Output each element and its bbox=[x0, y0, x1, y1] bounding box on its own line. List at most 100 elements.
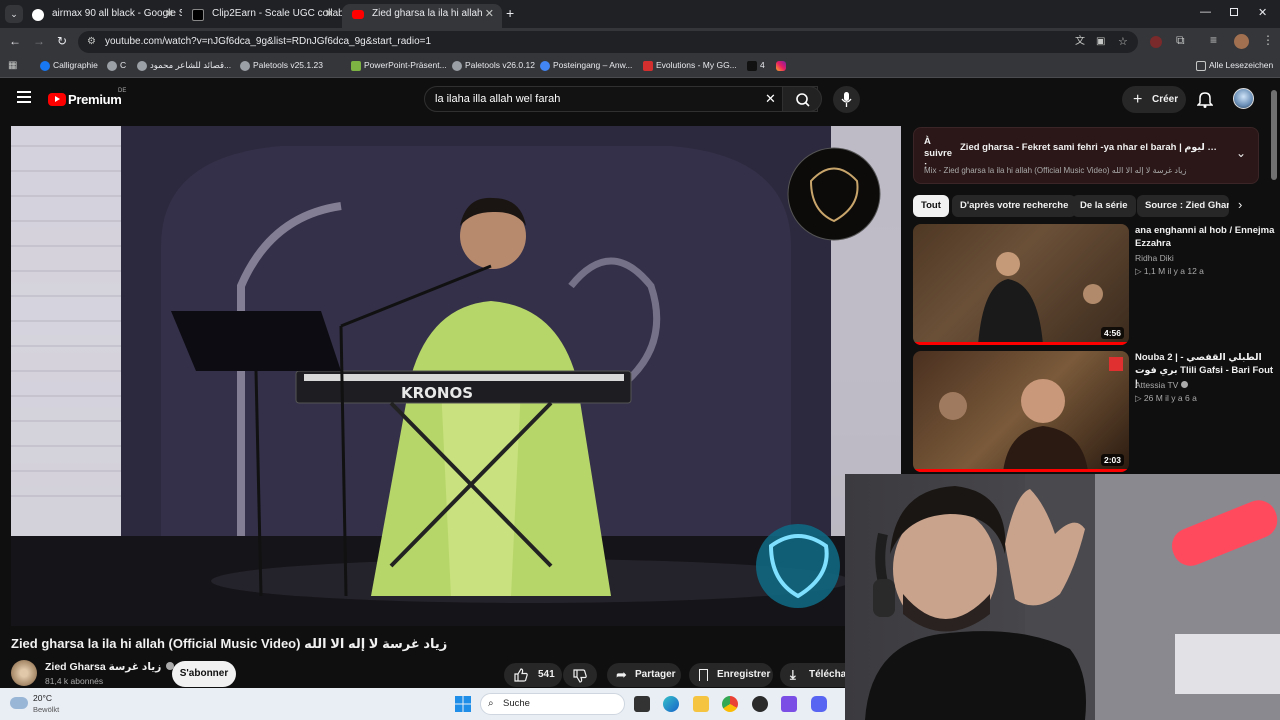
chrome-icon[interactable] bbox=[722, 696, 738, 712]
extension-icon[interactable] bbox=[1150, 36, 1162, 48]
tab-title: Clip2Earn - Scale UGC collabora bbox=[212, 8, 342, 19]
search-button[interactable] bbox=[782, 86, 822, 112]
hamburger-menu-icon[interactable] bbox=[17, 91, 31, 103]
chip-series[interactable]: De la série bbox=[1072, 195, 1136, 217]
bookmark-posteingang[interactable]: Posteingang – Anw... bbox=[540, 60, 632, 71]
tab-youtube[interactable]: Zied gharsa la ila hi allah (Offici ✕ bbox=[342, 4, 502, 28]
restore-button[interactable] bbox=[1230, 8, 1238, 16]
video-player[interactable]: KRONOS bbox=[11, 126, 901, 626]
bookmark-paletools-26[interactable]: Paletools v26.0.12 bbox=[452, 60, 535, 71]
thumbs-down-icon bbox=[573, 669, 587, 683]
file-explorer-icon[interactable] bbox=[693, 696, 709, 712]
recommendation-thumbnail[interactable]: 2:03 bbox=[913, 351, 1129, 472]
like-button[interactable]: 541 bbox=[504, 663, 562, 687]
voice-search-button[interactable] bbox=[833, 86, 860, 113]
weather-temp[interactable]: 20°C bbox=[33, 693, 52, 703]
minimize-button[interactable]: — bbox=[1200, 6, 1211, 18]
weather-cloud-icon[interactable] bbox=[10, 697, 28, 709]
address-bar[interactable]: ⚙ youtube.com/watch?v=nJGf6dca_9g&list=R… bbox=[78, 31, 1138, 53]
install-app-icon[interactable]: ▣ bbox=[1096, 31, 1105, 53]
profile-avatar[interactable] bbox=[1234, 34, 1249, 49]
bookmark-c[interactable]: C bbox=[107, 60, 126, 71]
up-next-title: Zied gharsa - Fekret sami fehri -ya nhar… bbox=[960, 142, 1222, 153]
chips-next-arrow[interactable]: › bbox=[1238, 197, 1242, 212]
share-button[interactable]: ➦ Partager bbox=[607, 663, 681, 687]
reading-list-icon[interactable]: ≡ bbox=[1210, 33, 1217, 47]
bookmark-evolutions[interactable]: Evolutions - My GG... bbox=[643, 60, 737, 71]
facebook-icon bbox=[40, 61, 50, 71]
channel-avatar[interactable] bbox=[11, 660, 37, 686]
bookmark-powerpoint[interactable]: PowerPoint-Präsent... bbox=[351, 60, 447, 71]
forward-button[interactable]: → bbox=[33, 34, 45, 48]
close-icon[interactable]: ✕ bbox=[485, 4, 494, 24]
recommendation-thumbnail[interactable]: 4:56 bbox=[913, 224, 1129, 345]
download-button[interactable]: ⤓ Téléchar bbox=[780, 663, 845, 687]
app-grid-icon[interactable] bbox=[781, 696, 797, 712]
bookmark-qasaid[interactable]: قصائد للشاعر محمود... bbox=[137, 60, 231, 71]
notifications-bell-icon[interactable] bbox=[1197, 90, 1213, 108]
save-button[interactable]: Enregistrer bbox=[689, 663, 773, 687]
bookmark-icon bbox=[699, 669, 708, 681]
address-url: youtube.com/watch?v=nJGf6dca_9g&list=RDn… bbox=[105, 36, 432, 47]
chevron-down-icon[interactable]: ⌄ bbox=[1236, 146, 1246, 160]
tab-clip2earn[interactable]: Clip2Earn - Scale UGC collabora ✕ bbox=[182, 4, 342, 28]
grid-icon bbox=[351, 61, 361, 71]
dislike-button[interactable] bbox=[563, 663, 597, 687]
bookmark-paletools-25[interactable]: Paletools v25.1.23 bbox=[240, 60, 323, 71]
bookmark-calligraphie[interactable]: Calligraphie bbox=[40, 60, 98, 71]
obs-icon[interactable] bbox=[752, 696, 768, 712]
apps-grid-icon[interactable]: ▦ bbox=[8, 60, 17, 71]
recommendation-channel[interactable]: Attessia TV bbox=[1135, 379, 1188, 392]
recommendation-stats: ▷ 1,1 M il y a 12 a bbox=[1135, 266, 1204, 276]
recommendation-channel[interactable]: Ridha Diki bbox=[1135, 252, 1174, 265]
tab-search-button[interactable]: ⌄ bbox=[5, 5, 23, 23]
bolt-icon bbox=[747, 61, 757, 71]
reload-button[interactable]: ↻ bbox=[57, 34, 67, 48]
bookmark-4[interactable]: 4 bbox=[747, 60, 765, 71]
site-info-icon[interactable]: ⚙ bbox=[87, 31, 96, 53]
thumbnail-image bbox=[913, 357, 1129, 472]
edge-icon[interactable] bbox=[663, 696, 679, 712]
bookmarks-bar: ▦ Calligraphie C قصائد للشاعر محمود... P… bbox=[0, 56, 1280, 78]
instagram-icon bbox=[776, 61, 786, 71]
task-view-icon[interactable] bbox=[634, 696, 650, 712]
weather-desc: Bewölkt bbox=[33, 705, 60, 714]
chip-search[interactable]: D'après votre recherche bbox=[952, 195, 1077, 217]
puzzle-icon[interactable]: ⧉ bbox=[1176, 33, 1185, 48]
up-next-panel[interactable]: À suivre : Zied gharsa - Fekret sami feh… bbox=[913, 127, 1259, 184]
chip-tout[interactable]: Tout bbox=[913, 195, 949, 217]
create-button[interactable]: + Créer bbox=[1122, 86, 1186, 113]
play-icon: ▷ bbox=[1135, 266, 1144, 276]
taskbar-search[interactable]: ⌕ Suche bbox=[480, 693, 625, 715]
menu-kebab-icon[interactable]: ⋮ bbox=[1262, 33, 1274, 47]
back-button[interactable]: ← bbox=[9, 34, 21, 48]
clip2earn-icon bbox=[192, 9, 204, 21]
all-bookmarks[interactable]: Alle Lesezeichen bbox=[1196, 60, 1273, 71]
chip-source[interactable]: Source : Zied Gharsa bbox=[1137, 195, 1229, 217]
clear-search-icon[interactable]: ✕ bbox=[765, 87, 776, 111]
share-icon: ➦ bbox=[616, 667, 627, 682]
close-icon[interactable]: ✕ bbox=[165, 4, 174, 24]
window-close-button[interactable]: ✕ bbox=[1258, 6, 1267, 19]
search-icon bbox=[796, 93, 810, 107]
keyboard-brand-text: KRONOS bbox=[401, 384, 473, 402]
bookmark-star-icon[interactable]: ☆ bbox=[1118, 31, 1128, 53]
search-input[interactable]: la ilaha illa allah wel farah ✕ bbox=[424, 86, 818, 112]
subscribe-button[interactable]: S'abonner bbox=[172, 661, 236, 687]
translate-icon[interactable]: 文 bbox=[1075, 31, 1085, 53]
verified-check-icon bbox=[1180, 381, 1188, 388]
start-button[interactable] bbox=[455, 696, 471, 712]
webcam-image bbox=[865, 474, 1280, 720]
windows-logo-icon bbox=[455, 696, 471, 712]
recommendation-title[interactable]: ana enghanni al hob / Ennejma Ezzahra bbox=[1135, 224, 1275, 250]
discord-icon[interactable] bbox=[811, 696, 827, 712]
tab-google[interactable]: airmax 90 all black - Google Su ✕ bbox=[22, 4, 182, 28]
mail-icon bbox=[540, 61, 550, 71]
google-icon bbox=[32, 9, 44, 21]
channel-name[interactable]: Zied Gharsa زياد غرسة bbox=[45, 661, 175, 673]
page-scrollbar[interactable] bbox=[1271, 90, 1277, 180]
new-tab-button[interactable]: + bbox=[506, 5, 514, 21]
account-avatar[interactable] bbox=[1233, 88, 1254, 109]
search-query-text: la ilaha illa allah wel farah bbox=[435, 93, 561, 105]
close-icon[interactable]: ✕ bbox=[325, 4, 334, 24]
